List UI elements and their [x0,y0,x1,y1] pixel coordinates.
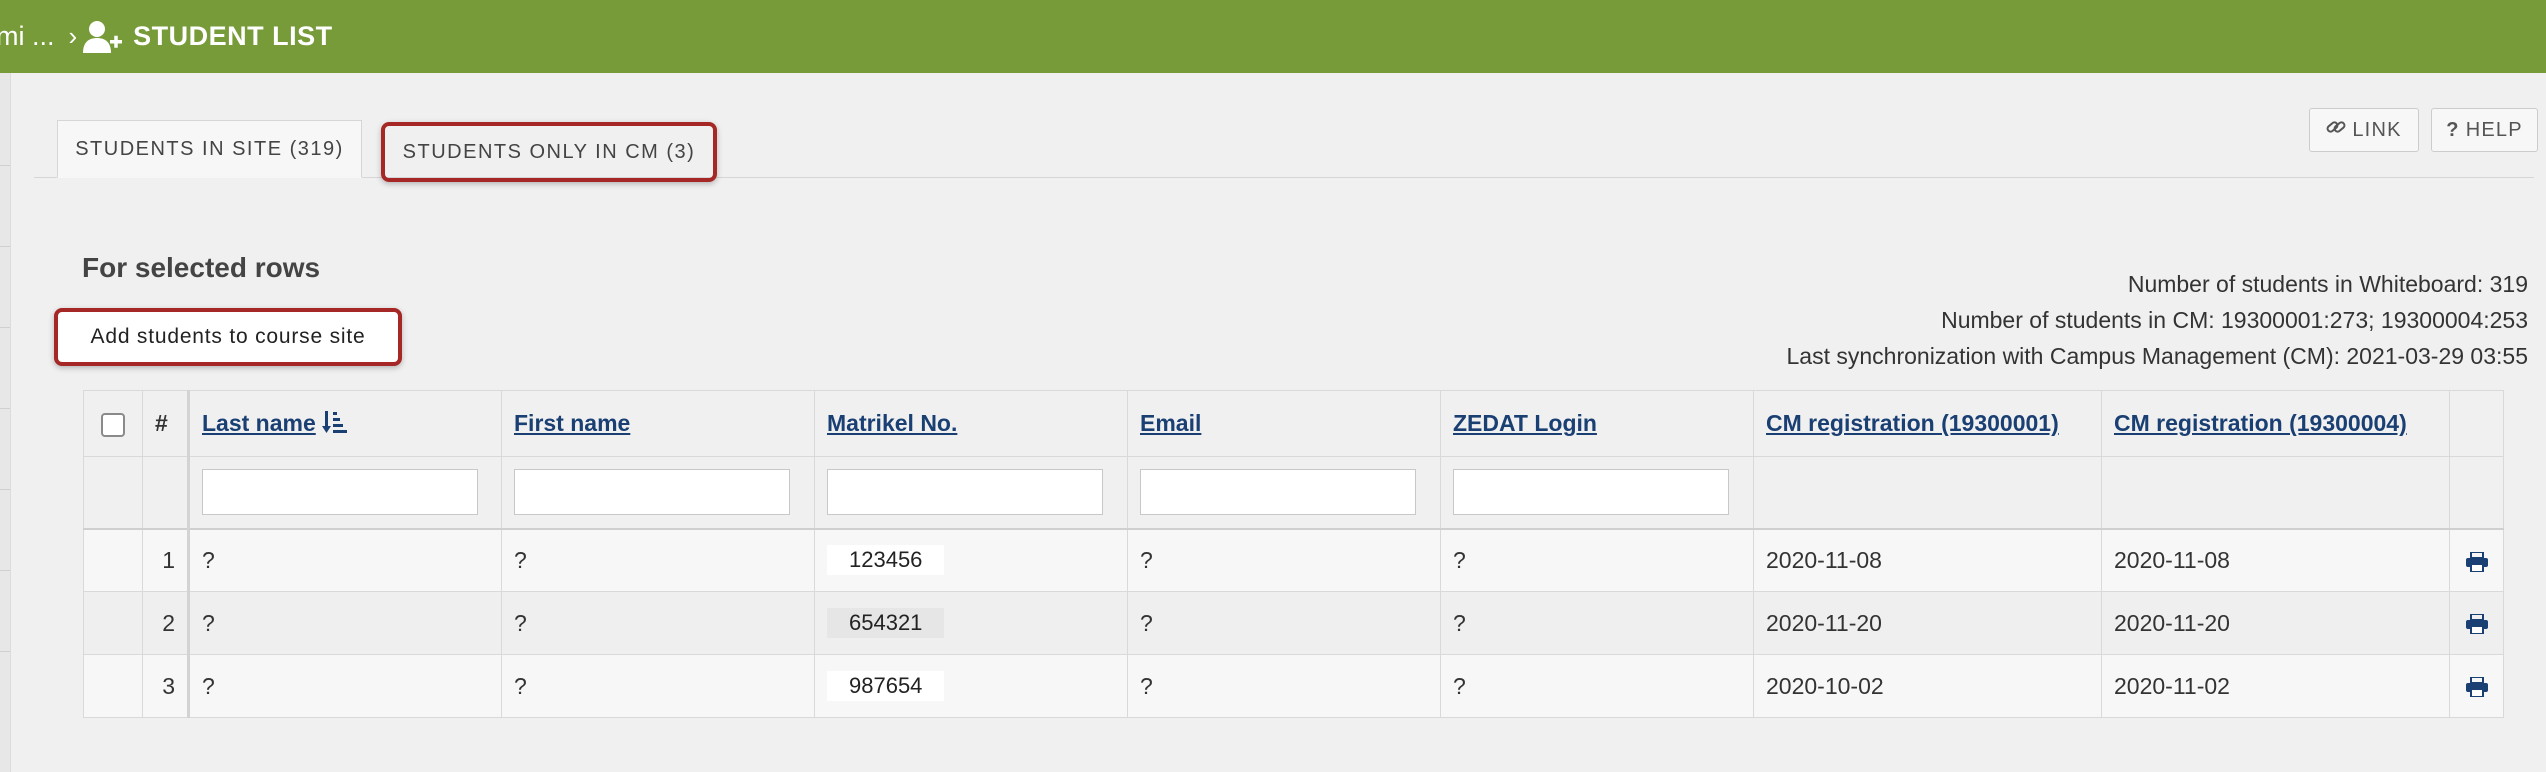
print-icon[interactable] [2465,547,2488,573]
select-all-checkbox[interactable] [101,412,125,437]
header-first-name: First name [501,390,815,457]
sort-matrikel-link[interactable]: Matrikel No. [827,410,957,436]
table-row[interactable]: 2 ? ? 654321 ? ? 2020-11-20 2020-11-20 [83,591,2504,655]
header-zedat: ZEDAT Login [1440,390,1754,457]
row-number: 3 [142,654,190,718]
cell-cm2: 2020-11-08 [2101,528,2450,592]
filter-empty [142,456,190,530]
cell-cm2: 2020-11-02 [2101,654,2450,718]
header-last-name: Last name [188,390,502,457]
matrikel-value: 123456 [827,545,945,576]
cell-last-name: ? [188,591,502,655]
whiteboard-count: Number of students in Whiteboard: 319 [2127,271,2528,297]
filter-last-name-input[interactable] [202,469,478,516]
cell-matrikel: 654321 [814,591,1128,655]
sort-email-link[interactable]: Email [1140,410,1201,436]
matrikel-value: 654321 [827,608,945,638]
filter-cell [1440,456,1754,530]
row-select-cell[interactable] [83,654,143,718]
select-all-cell [83,390,143,457]
header-actions [2449,390,2504,457]
sort-first-name-link[interactable]: First name [514,410,630,436]
cell-email: ? [1127,528,1441,592]
filter-empty [83,456,143,530]
cell-email: ? [1127,591,1441,655]
help-button[interactable]: ? HELP [2431,108,2538,152]
filter-cell [1127,456,1441,530]
add-students-button[interactable]: Add students to course site [54,308,402,366]
header-cm2: CM registration (19300004) [2101,390,2450,457]
filter-empty [2449,456,2504,530]
print-icon[interactable] [2465,610,2488,636]
top-bar: mi ... › STUDENT LIST [0,0,2546,73]
row-select-cell[interactable] [83,591,143,655]
left-sidebar-rail [0,73,11,772]
header-email: Email [1127,390,1441,457]
last-sync: Last synchronization with Campus Managem… [1786,343,2529,369]
link-icon [2326,117,2346,143]
table-row[interactable]: 1 ? ? 123456 ? ? 2020-11-08 2020-11-08 [83,528,2504,592]
cell-actions [2449,654,2504,718]
row-select-cell[interactable] [83,528,143,592]
filter-zedat-input[interactable] [1453,469,1729,516]
sort-last-name-link[interactable]: Last name [202,410,316,436]
cell-matrikel: 123456 [814,528,1128,592]
link-button[interactable]: LINK [2309,108,2419,152]
filter-cell [188,456,502,530]
filter-cell [501,456,815,530]
sort-ascending-icon[interactable] [322,410,348,436]
table-row[interactable]: 3 ? ? 987654 ? ? 2020-10-02 2020-11-02 [83,654,2504,718]
cell-cm2: 2020-11-20 [2101,591,2450,655]
question-icon: ? [2446,118,2460,141]
cell-cm1: 2020-10-02 [1753,654,2102,718]
filter-first-name-input[interactable] [514,469,790,516]
header-number: # [142,390,190,457]
sort-cm2-link[interactable]: CM registration (19300004) [2114,410,2407,436]
selected-rows-title: For selected rows [82,252,321,283]
filter-empty [1753,456,2102,530]
header-matrikel: Matrikel No. [814,390,1128,457]
sort-zedat-link[interactable]: ZEDAT Login [1453,410,1597,436]
filter-empty [2101,456,2450,530]
cell-zedat: ? [1440,654,1754,718]
cell-first-name: ? [501,528,815,592]
help-button-label: HELP [2465,118,2523,141]
sync-stats: Number of students in Whiteboard: 319 Nu… [1787,266,2529,374]
row-number: 2 [142,591,190,655]
header-cm1: CM registration (19300001) [1753,390,2102,457]
matrikel-value: 987654 [827,671,945,701]
cell-last-name: ? [188,654,502,718]
breadcrumb-separator: › [68,21,78,51]
page-title: STUDENT LIST [133,21,333,51]
student-table: # Last name First name Matrikel No. Emai… [83,390,2504,718]
cell-first-name: ? [501,654,815,718]
filter-email-input[interactable] [1140,469,1416,516]
cell-first-name: ? [501,591,815,655]
tab-students-in-site[interactable]: STUDENTS IN SITE (319) [57,120,362,178]
user-plus-icon [83,19,123,55]
cell-email: ? [1127,654,1441,718]
breadcrumb-previous[interactable]: mi ... [0,21,55,52]
cell-last-name: ? [188,528,502,592]
cm-count: Number of students in CM: 19300001:273; … [1941,307,2528,333]
print-icon[interactable] [2465,673,2488,699]
cell-actions [2449,591,2504,655]
row-number: 1 [142,528,190,592]
cell-actions [2449,528,2504,592]
cell-zedat: ? [1440,528,1754,592]
link-button-label: LINK [2352,118,2402,141]
cell-cm1: 2020-11-20 [1753,591,2102,655]
filter-cell [814,456,1128,530]
cell-matrikel: 987654 [814,654,1128,718]
sort-cm1-link[interactable]: CM registration (19300001) [1766,410,2059,436]
cell-zedat: ? [1440,591,1754,655]
filter-matrikel-input[interactable] [827,469,1103,516]
tab-students-only-in-cm[interactable]: STUDENTS ONLY IN CM (3) [381,122,717,182]
cell-cm1: 2020-11-08 [1753,528,2102,592]
